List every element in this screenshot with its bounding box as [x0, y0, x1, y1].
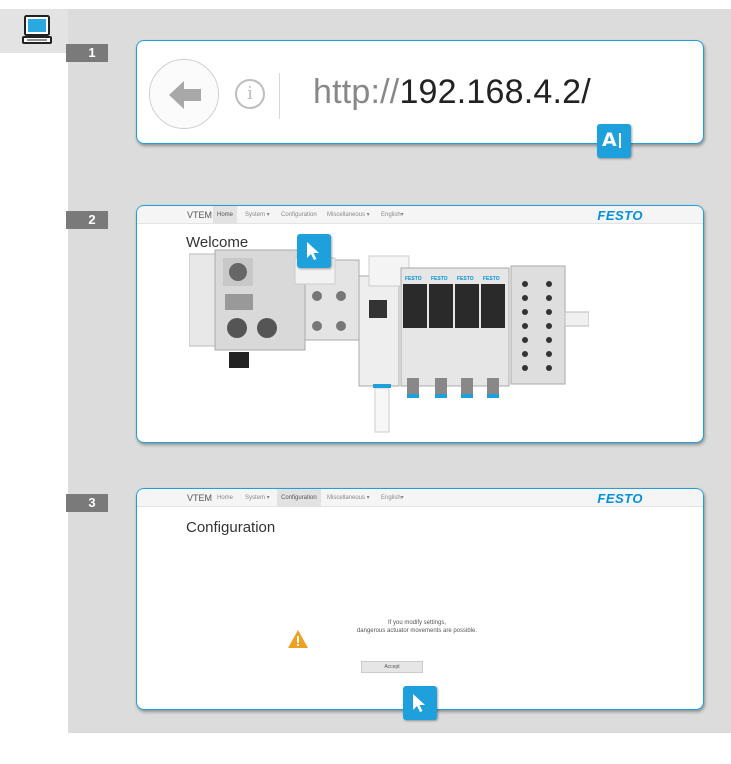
nav-miscellaneous[interactable]: Miscellaneous ▾ [323, 206, 374, 224]
step-3-card: VTEM Home System ▾ Configuration Miscell… [136, 488, 704, 710]
pointer-cursor-badge-3 [403, 686, 437, 720]
computer-icon [22, 15, 52, 44]
valve-terminal-image: FESTO FESTO FESTO FESTO [189, 249, 589, 433]
nav-system[interactable]: System ▾ [241, 206, 274, 224]
festo-logo: FESTO [597, 491, 643, 506]
mouse-pointer-icon [307, 242, 319, 260]
url-prefix: http:// [313, 73, 400, 111]
svg-text:FESTO: FESTO [405, 276, 422, 282]
nav-home[interactable]: Home [213, 206, 238, 224]
svg-text:FESTO: FESTO [483, 276, 500, 282]
warning-line-2: dangerous actuator movements are possibl… [356, 628, 478, 634]
step-3-badge: 3 [66, 494, 108, 512]
back-button[interactable] [149, 59, 219, 129]
pointer-cursor-badge-2 [297, 234, 331, 268]
text-cursor-icon: A [602, 129, 617, 151]
nav-language[interactable]: English▾ [377, 206, 408, 224]
step-2-card: VTEM Home System ▾ Configuration Miscell… [136, 205, 704, 443]
address-separator [279, 73, 280, 119]
warning-icon [288, 630, 308, 648]
festo-logo: FESTO [597, 208, 643, 223]
warning-line-1: If you modify settings, [387, 620, 447, 626]
svg-text:FESTO: FESTO [457, 276, 474, 282]
text-cursor-badge: A I [597, 124, 631, 158]
step-2-badge: 2 [66, 211, 108, 229]
address-bar-url[interactable]: http://192.168.4.2/ [313, 73, 591, 112]
nav-configuration[interactable]: Configuration [277, 206, 321, 224]
info-icon[interactable]: i [235, 79, 265, 109]
browser-navbar: VTEM Home System ▾ Configuration Miscell… [137, 206, 703, 224]
warning-message: If you modify settings, dangerous actuat… [337, 619, 497, 635]
nav-language[interactable]: English▾ [377, 489, 408, 507]
nav-configuration[interactable]: Configuration [277, 489, 321, 507]
accept-button[interactable]: Accept [361, 661, 423, 673]
url-host: 192.168.4.2/ [399, 73, 591, 111]
configuration-heading: Configuration [186, 519, 276, 536]
step-1-badge: 1 [66, 44, 108, 62]
nav-home[interactable]: Home [213, 489, 237, 507]
instruction-page: 1 i http://192.168.4.2/ A I 2 VTEM Home … [0, 0, 731, 764]
arrow-left-icon [169, 81, 201, 109]
browser-navbar: VTEM Home System ▾ Configuration Miscell… [137, 489, 703, 507]
svg-text:FESTO: FESTO [431, 276, 448, 282]
nav-miscellaneous[interactable]: Miscellaneous ▾ [323, 489, 374, 507]
mouse-pointer-icon [413, 694, 425, 712]
nav-brand[interactable]: VTEM [187, 210, 212, 220]
nav-brand[interactable]: VTEM [187, 493, 212, 503]
nav-system[interactable]: System ▾ [241, 489, 274, 507]
